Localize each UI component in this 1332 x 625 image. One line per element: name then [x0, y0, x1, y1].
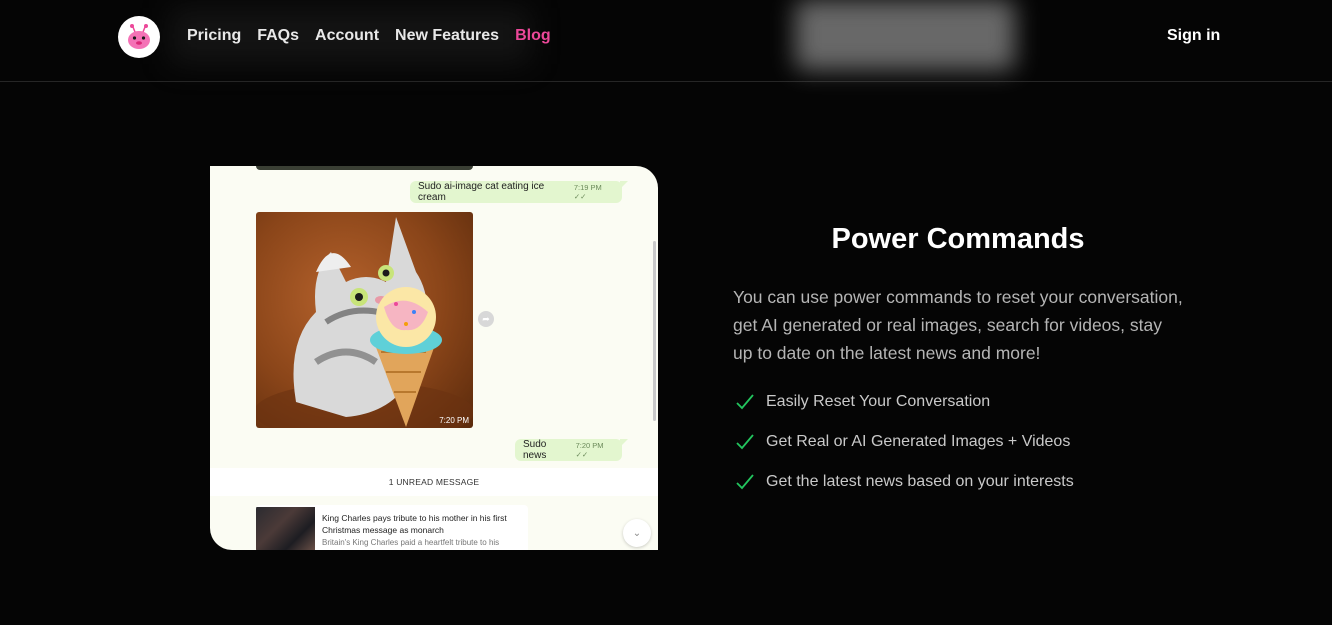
previous-image-message [256, 166, 473, 170]
feature-item: Get the latest news based on your intere… [735, 472, 1074, 492]
chevron-down-icon: ⌄ [632, 527, 642, 539]
outgoing-message: Sudo news 7:20 PM ✓✓ [515, 439, 622, 461]
image-time: 7:20 PM [439, 416, 469, 425]
message-text: Sudo news [523, 439, 547, 461]
top-navigation: Pricing FAQs Account New Features Blog S… [0, 0, 1332, 82]
chat-screenshot: Sudo ai-image cat eating ice cream 7:19 … [210, 166, 658, 550]
check-icon [736, 474, 754, 490]
sign-in-link[interactable]: Sign in [1167, 27, 1220, 45]
news-description: Britain's King Charles paid a heartfelt … [322, 538, 500, 547]
nav-link-faqs[interactable]: FAQs [257, 27, 299, 45]
robot-logo-icon [128, 24, 150, 49]
message-time: 7:20 PM ✓✓ [575, 441, 604, 459]
nav-link-new-features[interactable]: New Features [395, 27, 499, 45]
nav-links: Pricing FAQs Account New Features Blog [187, 27, 551, 45]
feature-item: Get Real or AI Generated Images + Videos [735, 432, 1074, 452]
bubble-tail [620, 439, 628, 447]
double-check-icon: ✓✓ [575, 450, 589, 459]
double-check-icon: ✓✓ [573, 192, 587, 201]
section-title: Power Commands [831, 223, 1085, 255]
message-time: 7:19 PM ✓✓ [573, 183, 602, 201]
nav-link-pricing[interactable]: Pricing [187, 27, 241, 45]
nav-link-blog[interactable]: Blog [515, 27, 551, 45]
feature-label: Get the latest news based on your intere… [766, 473, 1074, 490]
logo[interactable] [118, 16, 160, 58]
unread-messages-divider: 1 UNREAD MESSAGE [210, 468, 658, 496]
feature-label: Easily Reset Your Conversation [766, 393, 991, 410]
cat-eating-ice-cream-image [256, 217, 473, 428]
check-icon [736, 434, 754, 450]
news-card[interactable]: King Charles pays tribute to his mother … [256, 505, 528, 550]
scroll-down-button[interactable]: ⌄ [623, 519, 651, 547]
feature-item: Easily Reset Your Conversation [735, 392, 1074, 412]
nav-link-account[interactable]: Account [315, 27, 379, 45]
news-title: King Charles pays tribute to his mother … [322, 513, 507, 535]
ai-generated-cat-image[interactable]: 7:20 PM [256, 212, 473, 428]
feature-list: Easily Reset Your Conversation Get Real … [735, 392, 1074, 512]
message-text: Sudo ai-image cat eating ice cream [418, 181, 545, 203]
blurred-background-shape [795, 0, 1015, 70]
bubble-tail [620, 181, 628, 189]
forward-icon[interactable]: ➦ [478, 311, 494, 327]
check-icon [736, 394, 754, 410]
feature-label: Get Real or AI Generated Images + Videos [766, 433, 1071, 450]
scrollbar[interactable] [653, 241, 656, 421]
section-description: You can use power commands to reset your… [733, 287, 1183, 363]
news-thumbnail [256, 507, 315, 550]
outgoing-message: Sudo ai-image cat eating ice cream 7:19 … [410, 181, 622, 203]
